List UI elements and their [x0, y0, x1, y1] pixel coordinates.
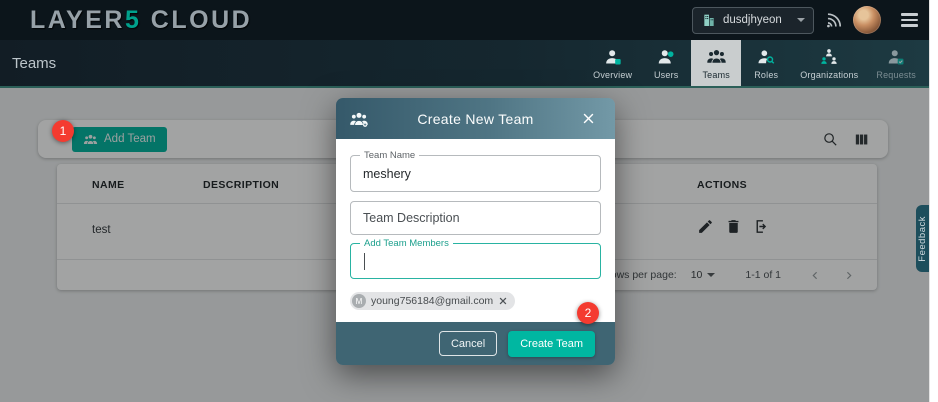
- scrollbar-track[interactable]: [929, 0, 938, 402]
- users-icon: [656, 47, 676, 67]
- tab-requests[interactable]: Requests: [867, 40, 925, 86]
- team-name-label: Team Name: [360, 150, 419, 161]
- modal-footer: Cancel Create Team: [336, 322, 615, 365]
- modal-header: Create New Team: [336, 98, 615, 139]
- chip-remove-button[interactable]: [498, 296, 508, 306]
- layer5-cloud-logo: LAYER5 CLOUD: [30, 6, 252, 35]
- menu-icon[interactable]: [901, 13, 918, 26]
- close-icon: [581, 111, 596, 126]
- team-description-input[interactable]: [351, 202, 600, 234]
- teams-sub-header: Teams Overview Users Teams Roles: [0, 40, 929, 88]
- page-title: Teams: [12, 55, 56, 72]
- logo-accent: 5: [125, 6, 141, 34]
- section-nav: Overview Users Teams Roles Organizations: [584, 40, 929, 86]
- member-chip[interactable]: M young756184@gmail.com: [350, 292, 515, 310]
- modal-title: Create New Team: [336, 111, 615, 127]
- cancel-button[interactable]: Cancel: [439, 331, 497, 356]
- logo-suffix: CLOUD: [151, 6, 252, 34]
- text-cursor: [364, 253, 365, 270]
- team-name-field-wrapper: Team Name: [350, 155, 601, 192]
- member-chips: M young756184@gmail.com: [350, 292, 601, 310]
- tab-organizations[interactable]: Organizations: [791, 40, 867, 86]
- requests-icon: [886, 47, 906, 67]
- tour-step-1-badge[interactable]: 1: [52, 120, 74, 142]
- organization-selector[interactable]: dusdjhyeon: [692, 7, 814, 34]
- tour-step-2-badge[interactable]: 2: [577, 302, 599, 324]
- tab-teams[interactable]: Teams: [691, 40, 741, 86]
- team-members-field-wrapper: Add Team Members: [350, 243, 601, 279]
- team-description-field-wrapper: [350, 201, 601, 235]
- tab-roles[interactable]: Roles: [741, 40, 791, 86]
- modal-body: Team Name Add Team Members M young756184…: [336, 139, 615, 322]
- tab-users[interactable]: Users: [641, 40, 691, 86]
- chip-remove-icon: [498, 296, 508, 306]
- roles-icon: [756, 47, 776, 67]
- chip-avatar: M: [352, 294, 366, 308]
- user-avatar[interactable]: [853, 6, 881, 34]
- teams-icon: [706, 46, 727, 67]
- modal-close-button[interactable]: [581, 111, 596, 126]
- notifications-rss-button[interactable]: [824, 11, 843, 30]
- top-app-bar: LAYER5 CLOUD dusdjhyeon: [0, 0, 929, 40]
- organizations-icon: [819, 47, 839, 67]
- create-new-team-modal: Create New Team Team Name Add Team Membe…: [336, 98, 615, 365]
- team-members-label: Add Team Members: [360, 238, 453, 249]
- feedback-tab[interactable]: Feedback: [916, 205, 929, 272]
- create-team-button[interactable]: Create Team: [508, 331, 595, 357]
- logo-prefix: LAYER: [30, 6, 125, 34]
- overview-icon: [603, 47, 623, 67]
- caret-down-icon: [797, 18, 805, 22]
- org-building-icon: [701, 12, 717, 28]
- rss-icon: [824, 11, 843, 30]
- chip-email: young756184@gmail.com: [371, 295, 493, 307]
- org-selector-value: dusdjhyeon: [723, 14, 791, 26]
- tab-overview[interactable]: Overview: [584, 40, 641, 86]
